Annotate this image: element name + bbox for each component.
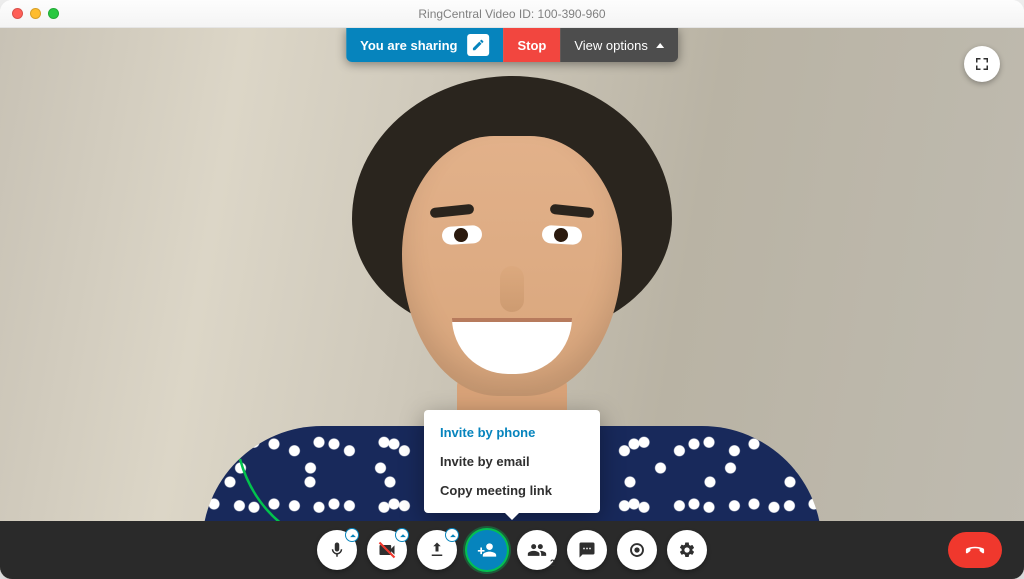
annotate-button[interactable] bbox=[467, 34, 489, 56]
invite-by-phone-item[interactable]: Invite by phone bbox=[424, 418, 600, 447]
stop-sharing-button[interactable]: Stop bbox=[503, 28, 560, 62]
minimize-window-button[interactable] bbox=[30, 8, 41, 19]
video-area: You are sharing Stop View options Invite… bbox=[0, 28, 1024, 579]
copy-meeting-link-item[interactable]: Copy meeting link bbox=[424, 476, 600, 505]
participants-button[interactable]: 2 bbox=[517, 530, 557, 570]
mute-button[interactable] bbox=[317, 530, 357, 570]
toolbar-center: 2 bbox=[317, 530, 707, 570]
titlebar: RingCentral Video ID: 100-390-960 bbox=[0, 0, 1024, 28]
close-window-button[interactable] bbox=[12, 8, 23, 19]
maximize-window-button[interactable] bbox=[48, 8, 59, 19]
sharing-label: You are sharing bbox=[360, 38, 457, 53]
share-options-badge[interactable] bbox=[445, 528, 459, 542]
view-options-button[interactable]: View options bbox=[560, 28, 677, 62]
participants-count: 2 bbox=[550, 558, 555, 568]
sharing-status: You are sharing bbox=[346, 28, 503, 62]
record-button[interactable] bbox=[617, 530, 657, 570]
fullscreen-button[interactable] bbox=[964, 46, 1000, 82]
sharing-bar: You are sharing Stop View options bbox=[346, 28, 678, 62]
invite-button[interactable] bbox=[467, 530, 507, 570]
window-title: RingCentral Video ID: 100-390-960 bbox=[0, 7, 1024, 21]
camera-options-badge[interactable] bbox=[395, 528, 409, 542]
meeting-toolbar: 2 bbox=[0, 521, 1024, 579]
mic-options-badge[interactable] bbox=[345, 528, 359, 542]
app-window: RingCentral Video ID: 100-390-960 You ar… bbox=[0, 0, 1024, 579]
invite-popup: Invite by phone Invite by email Copy mee… bbox=[424, 410, 600, 513]
stop-label: Stop bbox=[517, 38, 546, 53]
invite-by-email-item[interactable]: Invite by email bbox=[424, 447, 600, 476]
end-call-button[interactable] bbox=[948, 532, 1002, 568]
share-button[interactable] bbox=[417, 530, 457, 570]
settings-button[interactable] bbox=[667, 530, 707, 570]
chevron-up-icon bbox=[656, 43, 664, 48]
view-options-label: View options bbox=[574, 38, 647, 53]
traffic-lights bbox=[0, 8, 59, 19]
chat-button[interactable] bbox=[567, 530, 607, 570]
camera-button[interactable] bbox=[367, 530, 407, 570]
